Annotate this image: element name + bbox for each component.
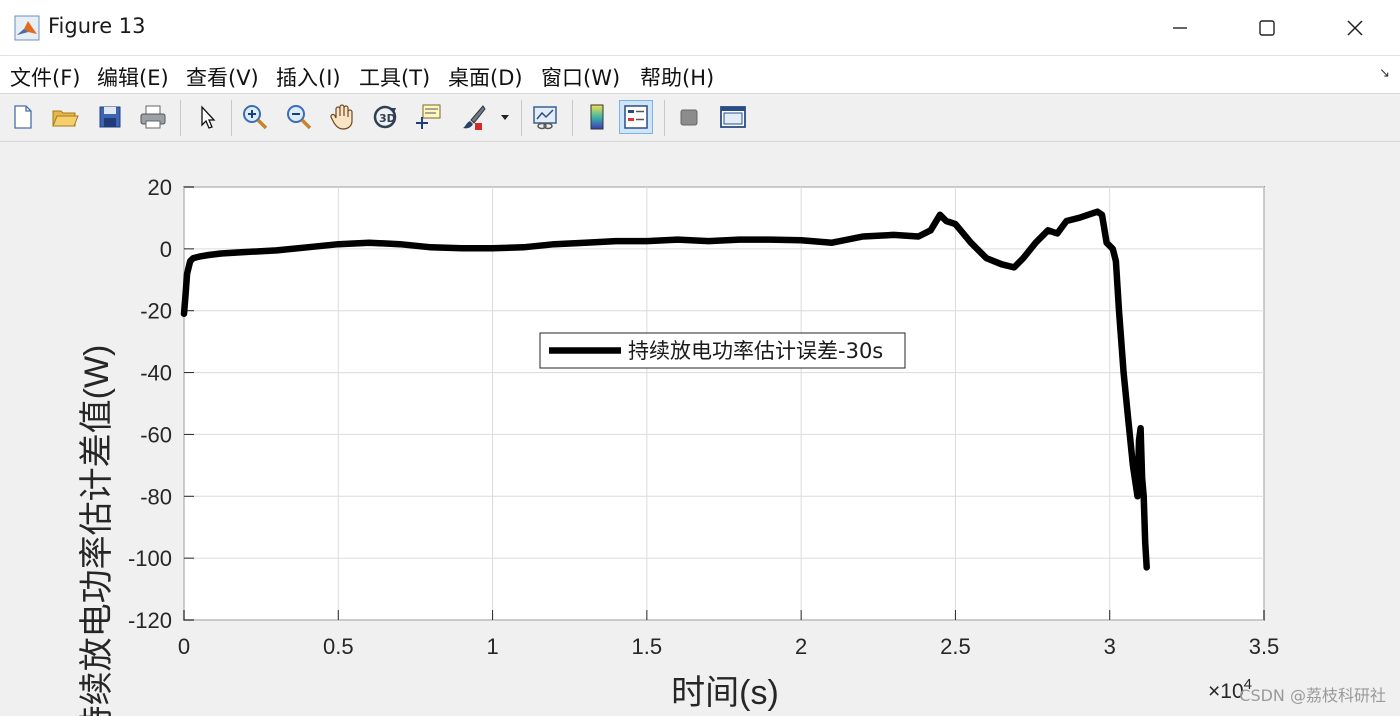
legend[interactable]: 持续放电功率估计误差-30s xyxy=(539,332,906,369)
zoom-out-icon xyxy=(287,105,312,130)
zoom-out-button[interactable] xyxy=(282,100,316,134)
legend-button[interactable] xyxy=(619,100,653,134)
x-axis-label: 时间(s) xyxy=(671,674,779,712)
print-button[interactable] xyxy=(136,100,170,134)
rotate-3d-button[interactable]: 3D xyxy=(368,100,402,134)
toolbar-separator xyxy=(664,100,665,136)
show-plot-tools-button[interactable] xyxy=(716,100,750,134)
zoom-in-button[interactable] xyxy=(238,100,272,134)
y-tick-label: -100 xyxy=(128,546,172,571)
minimize-button[interactable] xyxy=(1135,0,1225,56)
menu-tools[interactable]: 工具(T) xyxy=(359,62,430,92)
figure-canvas[interactable]: 0 0.5 1 1.5 2 2.5 3 3.5 20 0 -20 -40 -60 -80 -100 -120… xyxy=(0,142,1400,716)
watermark: CSDN @荔枝科研社 xyxy=(1239,686,1386,705)
colorbar-button[interactable] xyxy=(580,100,614,134)
chevron-down-icon xyxy=(501,115,509,120)
menu-file[interactable]: 文件(F) xyxy=(10,62,80,92)
save-button[interactable] xyxy=(93,100,127,134)
legend-entry-label: 持续放电功率估计误差-30s xyxy=(628,339,883,363)
maximize-button[interactable] xyxy=(1222,0,1312,56)
menu-window[interactable]: 窗口(W) xyxy=(541,62,620,92)
menu-bar: 文件(F) 编辑(E) 查看(V) 插入(I) 工具(T) 桌面(D) 窗口(W… xyxy=(0,56,1400,94)
link-plot-icon xyxy=(533,106,557,130)
new-figure-icon xyxy=(14,105,32,129)
brush-icon xyxy=(463,105,486,130)
open-file-icon xyxy=(52,110,79,127)
open-file-button[interactable] xyxy=(48,100,82,134)
select-button[interactable] xyxy=(190,100,224,134)
brush-dropdown-button[interactable] xyxy=(494,100,516,134)
figure-toolbar: 3D xyxy=(0,94,1400,142)
close-button[interactable] xyxy=(1310,0,1400,56)
menu-view[interactable]: 查看(V) xyxy=(186,62,259,92)
pan-button[interactable] xyxy=(325,100,359,134)
x-tick-label: 2.5 xyxy=(940,634,971,659)
dock-arrow-icon[interactable]: ↘ xyxy=(1379,66,1390,81)
colorbar-icon xyxy=(590,104,604,130)
menu-help[interactable]: 帮助(H) xyxy=(640,62,714,92)
zoom-in-icon xyxy=(243,105,268,130)
menu-desktop[interactable]: 桌面(D) xyxy=(448,62,523,92)
hide-plot-tools-button[interactable] xyxy=(672,100,706,134)
y-tick-label: -120 xyxy=(128,608,172,633)
hide-plot-tools-icon xyxy=(680,109,698,126)
close-icon xyxy=(1347,20,1363,36)
y-axis-label: 持续放电功率估计差值(W) xyxy=(78,345,116,716)
data-cursor-icon xyxy=(416,104,441,129)
y-tick-label: -80 xyxy=(140,484,172,509)
line-chart: 0 0.5 1 1.5 2 2.5 3 3.5 20 0 -20 -40 -60 -80 -100 -120… xyxy=(78,175,1280,716)
plot-area xyxy=(183,186,1265,621)
x-tick-label: 0.5 xyxy=(323,634,354,659)
x-tick-label: 3 xyxy=(1104,634,1116,659)
x-tick-label: 2 xyxy=(795,634,807,659)
y-tick-label: -40 xyxy=(140,361,172,386)
minimize-icon xyxy=(1173,27,1187,29)
title-bar: Figure 13 xyxy=(0,0,1400,56)
y-tick-label: 20 xyxy=(148,175,172,200)
rotate-3d-icon: 3D xyxy=(373,105,397,129)
brush-button[interactable] xyxy=(456,100,490,134)
new-figure-button[interactable] xyxy=(6,100,40,134)
data-cursor-button[interactable] xyxy=(411,100,445,134)
toolbar-separator xyxy=(572,100,573,136)
x-tick-label: 3.5 xyxy=(1249,634,1280,659)
y-tick-label: 0 xyxy=(160,237,172,262)
x-tick-label: 0 xyxy=(178,634,190,659)
link-plot-button[interactable] xyxy=(528,100,562,134)
matlab-app-icon xyxy=(14,15,40,41)
save-icon xyxy=(99,106,121,128)
menu-insert[interactable]: 插入(I) xyxy=(276,62,341,92)
show-plot-tools-icon xyxy=(720,106,746,128)
legend-icon xyxy=(624,105,648,129)
y-tick-label: -60 xyxy=(140,422,172,447)
maximize-icon xyxy=(1259,20,1275,36)
menu-edit[interactable]: 编辑(E) xyxy=(97,62,169,92)
toolbar-separator xyxy=(521,100,522,136)
window-title: Figure 13 xyxy=(48,14,146,38)
select-arrow-icon xyxy=(201,105,216,129)
pan-hand-icon xyxy=(330,104,353,130)
x-tick-label: 1 xyxy=(486,634,498,659)
x-tick-label: 1.5 xyxy=(632,634,663,659)
y-tick-label: -20 xyxy=(140,299,172,324)
print-icon xyxy=(140,105,166,129)
toolbar-separator xyxy=(180,100,181,136)
toolbar-separator xyxy=(231,100,232,136)
svg-text:3D: 3D xyxy=(379,112,396,125)
